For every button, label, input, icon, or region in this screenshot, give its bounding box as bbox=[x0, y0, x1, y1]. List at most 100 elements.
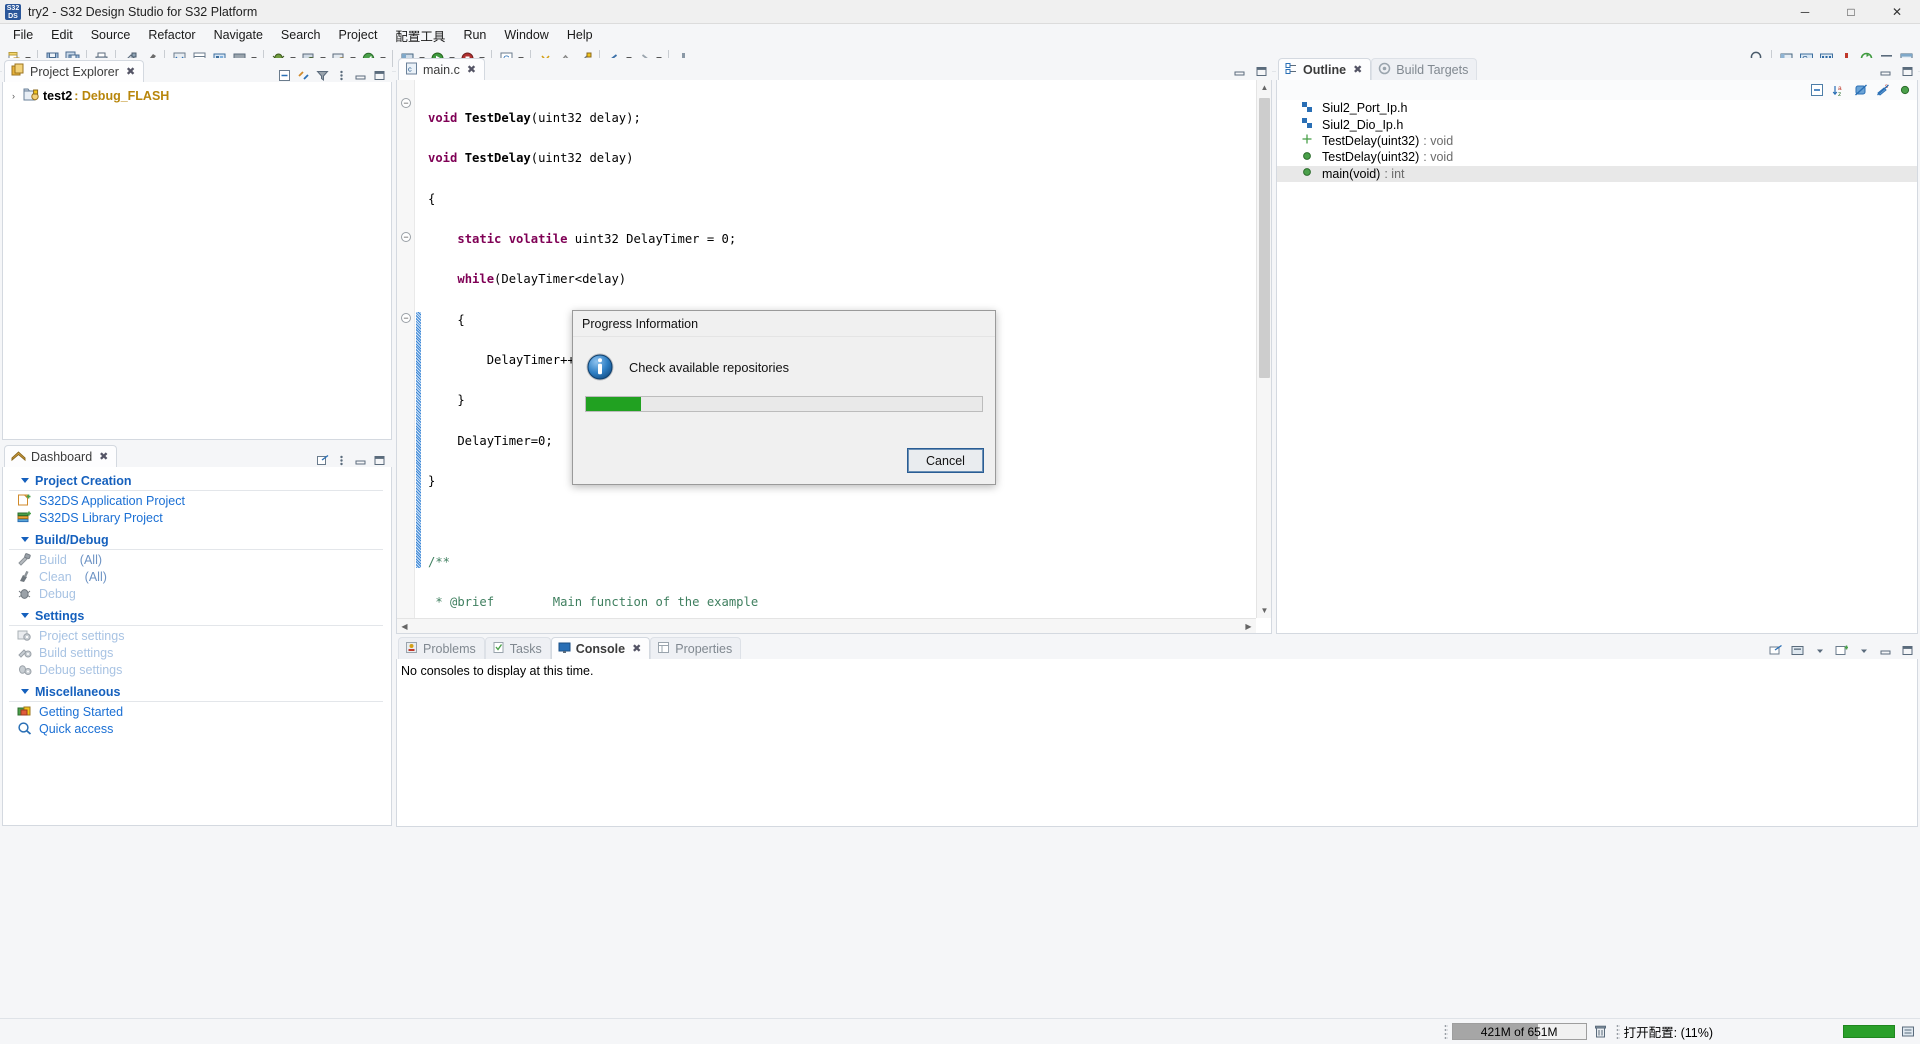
open-dashboard-icon[interactable] bbox=[316, 454, 329, 467]
editor-horizontal-scrollbar[interactable]: ◀ ▶ bbox=[397, 618, 1256, 633]
tab-outline[interactable]: Outline ✖ bbox=[1278, 58, 1372, 80]
dashboard-item-s32ds-application-project[interactable]: S32DS Application Project bbox=[3, 493, 391, 509]
scroll-up-icon[interactable]: ▲ bbox=[1257, 80, 1272, 95]
tab-build-targets[interactable]: Build Targets bbox=[1371, 58, 1478, 80]
open-console-icon[interactable] bbox=[1769, 644, 1782, 657]
sort-icon[interactable]: az bbox=[1832, 84, 1845, 97]
tab-problems[interactable]: Problems bbox=[398, 637, 485, 659]
scroll-right-icon[interactable]: ▶ bbox=[1241, 619, 1256, 634]
editor-vertical-scrollbar[interactable]: ▲ ▼ bbox=[1256, 80, 1271, 618]
outline-item-siul2-dio-ip-h[interactable]: Siul2_Dio_Ip.h bbox=[1277, 116, 1917, 132]
menu-window[interactable]: Window bbox=[495, 26, 557, 44]
tab-tasks[interactable]: Tasks bbox=[484, 637, 551, 659]
section-header-settings[interactable]: Settings bbox=[9, 606, 383, 626]
cancel-button[interactable]: Cancel bbox=[907, 448, 984, 473]
section-header-miscellaneous[interactable]: Miscellaneous bbox=[9, 682, 383, 702]
drag-handle[interactable] bbox=[1443, 1023, 1448, 1040]
menu-project[interactable]: Project bbox=[330, 26, 387, 44]
display-selected-console-icon[interactable] bbox=[1791, 644, 1804, 657]
folding-gutter[interactable]: − − − bbox=[397, 80, 415, 633]
filter-icon[interactable] bbox=[316, 69, 329, 82]
close-icon[interactable]: ✖ bbox=[467, 63, 476, 76]
menu-source[interactable]: Source bbox=[82, 26, 140, 44]
view-menu-icon[interactable] bbox=[335, 69, 348, 82]
tab-properties[interactable]: Properties bbox=[650, 637, 742, 659]
close-button[interactable]: ✕ bbox=[1874, 0, 1920, 24]
fold-marker-icon[interactable]: − bbox=[401, 232, 411, 242]
tab-dashboard[interactable]: Dashboard ✖ bbox=[4, 445, 118, 467]
hide-static-icon[interactable]: s bbox=[1876, 84, 1889, 97]
minimize-icon[interactable] bbox=[1879, 65, 1892, 78]
menu-run[interactable]: Run bbox=[454, 26, 495, 44]
scroll-down-icon[interactable]: ▼ bbox=[1257, 603, 1272, 618]
close-icon[interactable]: ✖ bbox=[126, 65, 135, 78]
new-console-view-icon[interactable] bbox=[1835, 644, 1848, 657]
project-explorer-tree[interactable]: › test2 : Debug_FLASH bbox=[2, 82, 392, 440]
maximize-icon[interactable] bbox=[1901, 644, 1914, 657]
maximize-icon[interactable] bbox=[1901, 65, 1914, 78]
console-body[interactable]: No consoles to display at this time. bbox=[396, 659, 1918, 827]
section-header-build-debug[interactable]: Build/Debug bbox=[9, 530, 383, 550]
item-return-type: : void bbox=[1423, 133, 1454, 148]
chevron-down-icon[interactable] bbox=[21, 537, 29, 542]
menu-navigate[interactable]: Navigate bbox=[205, 26, 272, 44]
view-menu-icon[interactable] bbox=[335, 454, 348, 467]
menu-search[interactable]: Search bbox=[272, 26, 330, 44]
chevron-down-icon[interactable] bbox=[21, 478, 29, 483]
menu-config-tools[interactable]: 配置工具 bbox=[386, 24, 454, 47]
progress-details-icon[interactable] bbox=[1901, 1025, 1914, 1038]
maximize-icon[interactable] bbox=[373, 69, 386, 82]
dropdown-icon[interactable] bbox=[1813, 644, 1826, 657]
hide-nonpublic-icon[interactable] bbox=[1898, 84, 1911, 97]
trash-icon[interactable] bbox=[1593, 1025, 1606, 1038]
tree-row[interactable]: › test2 : Debug_FLASH bbox=[3, 86, 391, 105]
fold-marker-icon[interactable]: − bbox=[401, 313, 411, 323]
chevron-down-icon[interactable] bbox=[21, 689, 29, 694]
outline-body[interactable]: az s Siul2_Port_Ip.h Siul2_Dio_Ip.h Test… bbox=[1276, 80, 1918, 634]
debug-settings-icon bbox=[17, 662, 32, 679]
maximize-icon[interactable] bbox=[373, 454, 386, 467]
scroll-left-icon[interactable]: ◀ bbox=[397, 619, 412, 634]
tab-console[interactable]: Console ✖ bbox=[550, 637, 651, 659]
minimize-button[interactable]: ─ bbox=[1782, 0, 1828, 24]
tab-label: Console bbox=[575, 641, 626, 656]
expand-arrow-icon[interactable]: › bbox=[8, 91, 19, 101]
close-icon[interactable]: ✖ bbox=[1353, 63, 1362, 76]
heap-status[interactable]: 421M of 651M bbox=[1451, 1023, 1587, 1040]
minimize-icon[interactable] bbox=[354, 454, 367, 467]
project-explorer-toolbar bbox=[278, 69, 392, 82]
minimize-icon[interactable] bbox=[1879, 644, 1892, 657]
tab-main-c[interactable]: c main.c ✖ bbox=[398, 58, 486, 80]
menu-help[interactable]: Help bbox=[558, 26, 602, 44]
dashboard-item-quick-access[interactable]: Quick access bbox=[3, 721, 391, 737]
minimize-icon[interactable] bbox=[1233, 65, 1246, 78]
close-icon[interactable]: ✖ bbox=[632, 642, 641, 655]
outline-item-main[interactable]: main(void) : int bbox=[1277, 165, 1917, 182]
close-icon[interactable]: ✖ bbox=[99, 450, 108, 463]
hide-fields-icon[interactable] bbox=[1854, 84, 1867, 97]
menu-file[interactable]: File bbox=[4, 26, 42, 44]
maximize-icon[interactable] bbox=[1255, 65, 1268, 78]
include-icon bbox=[1301, 101, 1313, 116]
dashboard-icon bbox=[11, 449, 26, 465]
outline-item-testdelay-definition[interactable]: TestDelay(uint32) : void bbox=[1277, 149, 1917, 165]
dashboard-item-getting-started[interactable]: Getting Started bbox=[3, 704, 391, 720]
section-header-project-creation[interactable]: Project Creation bbox=[9, 471, 383, 491]
fold-marker-icon[interactable]: − bbox=[401, 98, 411, 108]
chevron-down-icon[interactable] bbox=[21, 613, 29, 618]
outline-item-siul2-port-ip-h[interactable]: Siul2_Port_Ip.h bbox=[1277, 100, 1917, 116]
menu-edit[interactable]: Edit bbox=[42, 26, 82, 44]
link-with-editor-icon[interactable] bbox=[297, 69, 310, 82]
minimize-icon[interactable] bbox=[354, 69, 367, 82]
dropdown-icon[interactable] bbox=[1857, 644, 1870, 657]
tab-project-explorer[interactable]: Project Explorer ✖ bbox=[4, 60, 145, 82]
collapse-all-icon[interactable] bbox=[1810, 84, 1823, 97]
collapse-all-icon[interactable] bbox=[278, 69, 291, 82]
scrollbar-thumb[interactable] bbox=[1259, 98, 1270, 378]
dashboard-section: Miscellaneous Getting Started Quick acce… bbox=[3, 682, 391, 737]
outline-item-testdelay-declaration[interactable]: TestDelay(uint32) : void bbox=[1277, 133, 1917, 149]
drag-handle[interactable] bbox=[1615, 1023, 1620, 1040]
maximize-button[interactable]: □ bbox=[1828, 0, 1874, 24]
menu-refactor[interactable]: Refactor bbox=[139, 26, 204, 44]
dashboard-item-s32ds-library-project[interactable]: S32DS Library Project bbox=[3, 510, 391, 526]
